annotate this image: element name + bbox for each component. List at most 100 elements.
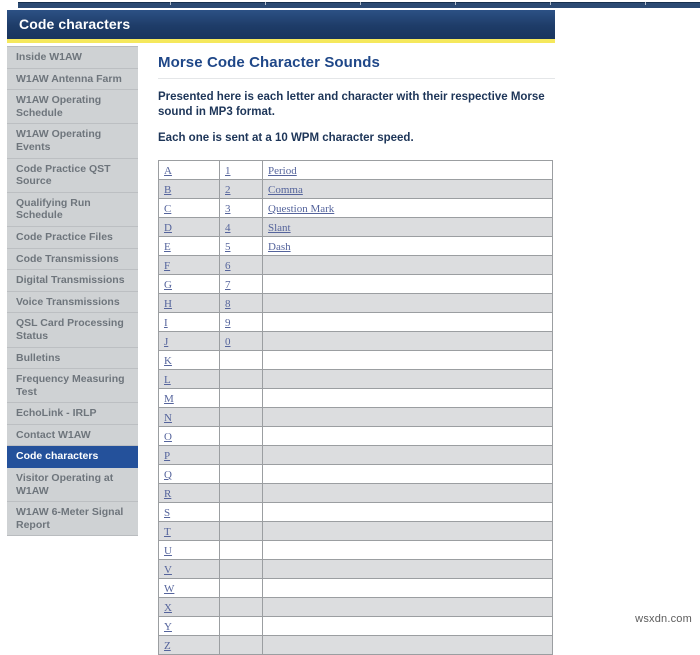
letter-cell: I <box>158 312 220 332</box>
sidebar-item-w1aw-antenna-farm[interactable]: W1AW Antenna Farm <box>7 68 138 91</box>
letter-link[interactable]: K <box>164 355 172 367</box>
letter-link[interactable]: Q <box>164 469 172 481</box>
sidebar-item-visitor-operating-at-w1aw[interactable]: Visitor Operating at W1AW <box>7 468 138 503</box>
sidebar-item-label: Bulletins <box>16 351 61 364</box>
symbol-cell <box>262 407 553 427</box>
table-row: U <box>158 540 553 560</box>
table-row: R <box>158 483 553 503</box>
sidebar-item-voice-transmissions[interactable]: Voice Transmissions <box>7 291 138 314</box>
table-row: S <box>158 502 553 522</box>
top-nav-bar[interactable] <box>18 2 700 8</box>
sidebar-item-bulletins[interactable]: Bulletins <box>7 347 138 370</box>
number-link[interactable]: 2 <box>225 184 231 196</box>
letter-link[interactable]: N <box>164 412 172 424</box>
sidebar-item-digital-transmissions[interactable]: Digital Transmissions <box>7 270 138 292</box>
letter-link[interactable]: O <box>164 431 172 443</box>
letter-link[interactable]: V <box>164 564 172 576</box>
letter-link[interactable]: T <box>164 526 171 538</box>
table-row: I9 <box>158 312 553 332</box>
number-link[interactable]: 9 <box>225 317 231 329</box>
letter-cell: K <box>158 350 220 370</box>
sidebar-item-inside-w1aw[interactable]: Inside W1AW <box>7 47 138 69</box>
number-link[interactable]: 6 <box>225 260 231 272</box>
sidebar-item-label: Digital Transmissions <box>16 274 125 287</box>
letter-link[interactable]: Z <box>164 640 171 652</box>
letter-link[interactable]: S <box>164 507 170 519</box>
symbol-cell <box>262 445 553 465</box>
symbol-link[interactable]: Comma <box>268 184 303 196</box>
number-cell <box>219 635 263 655</box>
letter-link[interactable]: X <box>164 602 172 614</box>
table-row: X <box>158 597 553 617</box>
letter-cell: E <box>158 236 220 256</box>
sidebar-item-w1aw-operating-schedule[interactable]: W1AW Operating Schedule <box>7 90 138 125</box>
number-link[interactable]: 7 <box>225 279 231 291</box>
number-link[interactable]: 0 <box>225 336 231 348</box>
intro-paragraph-2: Each one is sent at a 10 WPM character s… <box>158 132 414 144</box>
letter-link[interactable]: Y <box>164 621 172 633</box>
letter-cell: J <box>158 331 220 351</box>
letter-cell: H <box>158 293 220 313</box>
page-root: Code characters Inside W1AW W1AW Antenna … <box>0 0 700 655</box>
symbol-cell <box>262 369 553 389</box>
letter-link[interactable]: G <box>164 279 172 291</box>
letter-cell: O <box>158 426 220 446</box>
top-nav-strip[interactable] <box>0 0 700 8</box>
symbol-link[interactable]: Dash <box>268 241 291 253</box>
number-cell: 5 <box>219 236 263 256</box>
symbol-cell <box>262 635 553 655</box>
sidebar-item-w1aw-6-meter-signal-report[interactable]: W1AW 6-Meter Signal Report <box>7 502 138 536</box>
sidebar-item-code-transmissions[interactable]: Code Transmissions <box>7 248 138 271</box>
letter-link[interactable]: L <box>164 374 171 386</box>
letter-link[interactable]: F <box>164 260 170 272</box>
number-link[interactable]: 1 <box>225 165 231 177</box>
sidebar-item-code-practice-qst-source[interactable]: Code Practice QST Source <box>7 158 138 193</box>
table-row: C 3 Question Mark <box>158 198 553 218</box>
letter-link[interactable]: C <box>164 203 171 215</box>
table-row: B 2 Comma <box>158 179 553 199</box>
symbol-cell <box>262 331 553 351</box>
symbol-cell <box>262 388 553 408</box>
number-link[interactable]: 5 <box>225 241 231 253</box>
number-link[interactable]: 4 <box>225 222 231 234</box>
letter-cell: V <box>158 559 220 579</box>
letter-link[interactable]: H <box>164 298 172 310</box>
letter-link[interactable]: I <box>164 317 168 329</box>
symbol-link[interactable]: Slant <box>268 222 291 234</box>
letter-cell: D <box>158 217 220 237</box>
sidebar-item-contact-w1aw[interactable]: Contact W1AW <box>7 424 138 447</box>
sidebar-item-qsl-card-processing-status[interactable]: QSL Card Processing Status <box>7 313 138 348</box>
number-cell <box>219 559 263 579</box>
sidebar-item-label: Code Practice Files <box>16 230 113 243</box>
symbol-link[interactable]: Period <box>268 165 297 177</box>
table-row: J0 <box>158 331 553 351</box>
letter-link[interactable]: M <box>164 393 174 405</box>
letter-link[interactable]: D <box>164 222 172 234</box>
sidebar-item-code-characters[interactable]: Code characters <box>7 446 138 469</box>
letter-cell: F <box>158 255 220 275</box>
table-row: A 1 Period <box>158 160 553 180</box>
letter-link[interactable]: B <box>164 184 171 196</box>
letter-cell: Q <box>158 464 220 484</box>
letter-link[interactable]: E <box>164 241 171 253</box>
letter-link[interactable]: W <box>164 583 174 595</box>
letter-cell: W <box>158 578 220 598</box>
number-link[interactable]: 3 <box>225 203 231 215</box>
sidebar-item-w1aw-operating-events[interactable]: W1AW Operating Events <box>7 124 138 159</box>
letter-link[interactable]: A <box>164 165 172 177</box>
sidebar-item-code-practice-files[interactable]: Code Practice Files <box>7 226 138 249</box>
table-row: Q <box>158 464 553 484</box>
letter-link[interactable]: R <box>164 488 171 500</box>
sidebar-item-echolink-irlp[interactable]: EchoLink - IRLP <box>7 403 138 425</box>
letter-link[interactable]: J <box>164 336 168 348</box>
sidebar-item-frequency-measuring-test[interactable]: Frequency Measuring Test <box>7 369 138 404</box>
watermark: wsxdn.com <box>635 613 692 625</box>
number-link[interactable]: 8 <box>225 298 231 310</box>
letter-link[interactable]: U <box>164 545 172 557</box>
letter-cell: M <box>158 388 220 408</box>
number-cell <box>219 445 263 465</box>
symbol-link[interactable]: Question Mark <box>268 203 334 215</box>
sidebar-item-qualifying-run-schedule[interactable]: Qualifying Run Schedule <box>7 192 138 227</box>
letter-link[interactable]: P <box>164 450 170 462</box>
number-cell: 8 <box>219 293 263 313</box>
